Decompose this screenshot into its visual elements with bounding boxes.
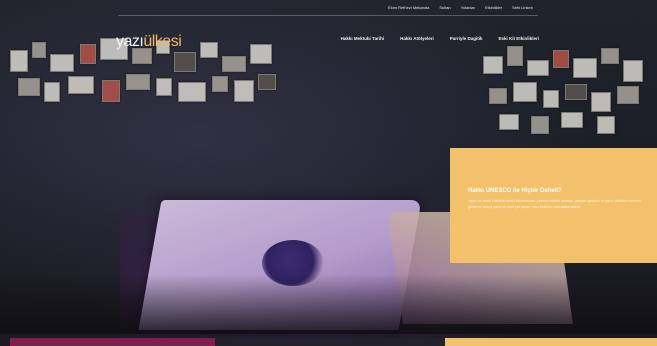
site-logo[interactable]: yazıülkesi [116,33,182,51]
logo-main-text: yazı [116,33,144,50]
info-card-text: Yazılı ve sözel kültürün farklı bölümler… [468,199,641,209]
bottom-strip-yellow [445,338,657,346]
logo-accent-text: ülkesi [143,33,182,50]
nav-item-1[interactable]: Hakkı Mektubi Tarihi [341,36,384,41]
gallery-wall-right [479,46,649,138]
top-link-4[interactable]: Etkinlikler [485,5,502,10]
top-link-1[interactable]: Ekim Refhezi Mekanda [388,5,429,10]
info-card[interactable]: Hakkı UNESCO ile Hiçbir Deheli? Yazılı v… [450,148,657,263]
nav-item-2[interactable]: Hakkı Atölyeleri [400,36,434,41]
nav-item-4[interactable]: Eski Kit Etkinlikleri [498,36,539,41]
hero-page: Ekim Refhezi Mekanda Sultan Yolanlar Etk… [0,0,657,346]
top-divider [118,15,538,16]
top-utility-links: Ekim Refhezi Mekanda Sultan Yolanlar Etk… [388,5,533,10]
main-navigation: Hakkı Mektubi Tarihi Hakkı Atölyeleri Pa… [341,36,539,41]
top-link-3[interactable]: Yolanlar [461,5,475,10]
top-link-2[interactable]: Sultan [439,5,450,10]
nav-item-3[interactable]: Parriyle Dagitik [450,36,483,41]
bottom-strip-magenta [10,338,215,346]
top-link-5[interactable]: Sehi Linken [512,5,533,10]
bottom-strip-dark [215,338,445,346]
info-card-title: Hakkı UNESCO ile Hiçbir Deheli? [468,188,562,194]
floor-shadow [0,274,657,334]
